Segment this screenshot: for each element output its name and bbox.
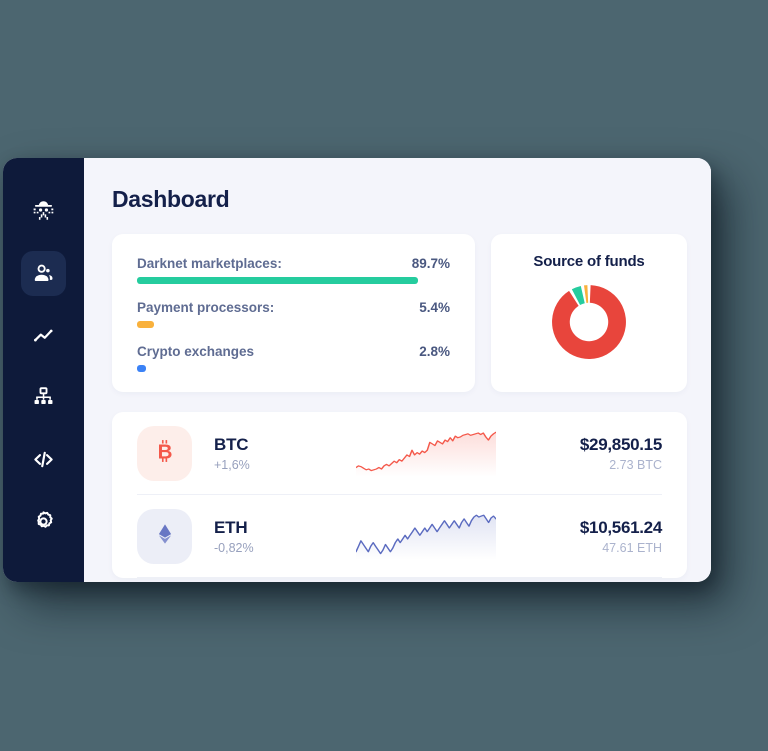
donut-slice <box>552 285 626 359</box>
stat-label: Payment processors: <box>137 300 275 315</box>
code-icon <box>31 447 56 472</box>
progress-bar-fill <box>137 365 146 372</box>
source-of-funds-card: Source of funds <box>491 234 687 392</box>
table-row[interactable]: ETH -0,82% $10,561.24 47.61 ETH <box>137 495 662 578</box>
asset-ticker: ETH <box>214 517 248 537</box>
asset-fiat-value: $10,561.24 <box>579 517 662 537</box>
sidebar-item-entities[interactable] <box>21 251 66 296</box>
donut-slice <box>583 285 589 303</box>
sidebar-item-analytics[interactable] <box>21 313 66 358</box>
top-row: Darknet marketplaces: 89.7% Payment proc… <box>112 234 687 392</box>
progress-bar-track <box>137 365 450 372</box>
asset-amounts: $29,850.15 2.73 BTC <box>527 434 662 472</box>
asset-change: -0,82% <box>214 541 254 556</box>
asset-quantity: 2.73 BTC <box>609 458 662 473</box>
asset-change: +1,6% <box>214 458 250 473</box>
org-chart-icon <box>31 385 56 410</box>
ethereum-icon <box>153 522 177 551</box>
stat-row: Darknet marketplaces: 89.7% <box>137 256 450 284</box>
asset-amounts: $10,561.24 47.61 ETH <box>527 517 662 555</box>
stat-label: Crypto exchanges <box>137 344 255 359</box>
asset-icon-wrapper <box>137 508 192 564</box>
main-content: Dashboard Darknet marketplaces: 89.7% Pa… <box>84 158 711 582</box>
stat-row: Crypto exchanges 2.8% <box>137 344 450 372</box>
sidebar-item-settings[interactable] <box>21 499 66 544</box>
page-title: Dashboard <box>112 186 230 212</box>
progress-bar-track <box>137 277 450 284</box>
stat-row: Payment processors: 5.4% <box>137 300 450 328</box>
sidebar-item-investigations[interactable] <box>21 189 66 234</box>
stat-header: Darknet marketplaces: 89.7% <box>137 256 450 271</box>
stat-header: Crypto exchanges 2.8% <box>137 344 450 359</box>
asset-icon-wrapper: B <box>137 425 192 481</box>
progress-bar-fill <box>137 321 154 328</box>
asset-identity: BTC +1,6% <box>214 434 324 472</box>
sidebar-item-graph[interactable] <box>21 375 66 420</box>
table-row[interactable]: B BTC +1,6% $29,850.15 2.73 BTC <box>137 412 662 495</box>
asset-fiat-value: $29,850.15 <box>579 434 662 454</box>
people-icon <box>31 261 56 286</box>
sidebar <box>3 158 84 582</box>
asset-sparkline-eth <box>324 512 527 560</box>
asset-quantity: 47.61 ETH <box>602 541 662 556</box>
line-chart-icon <box>31 323 56 348</box>
stat-value: 5.4% <box>419 300 450 315</box>
assets-card: B BTC +1,6% $29,850.15 2.73 BTC ETH -0,8… <box>112 412 687 578</box>
svg-text:B: B <box>157 440 172 463</box>
stat-header: Payment processors: 5.4% <box>137 300 450 315</box>
source-of-funds-title: Source of funds <box>533 253 645 270</box>
asset-ticker: BTC <box>214 434 249 454</box>
app-window: Dashboard Darknet marketplaces: 89.7% Pa… <box>3 158 711 582</box>
progress-bar-fill <box>137 277 418 284</box>
asset-identity: ETH -0,82% <box>214 517 324 555</box>
gear-icon <box>31 509 56 534</box>
stat-value: 89.7% <box>411 256 450 271</box>
stat-label: Darknet marketplaces: <box>137 256 282 271</box>
asset-sparkline-btc <box>324 429 527 477</box>
stat-value: 2.8% <box>419 344 450 359</box>
spy-icon <box>31 199 56 224</box>
sidebar-item-developer[interactable] <box>21 437 66 482</box>
source-of-funds-donut-chart <box>547 280 631 364</box>
bitcoin-icon: B <box>152 438 178 469</box>
progress-bar-track <box>137 321 450 328</box>
funds-breakdown-card: Darknet marketplaces: 89.7% Payment proc… <box>112 234 475 392</box>
